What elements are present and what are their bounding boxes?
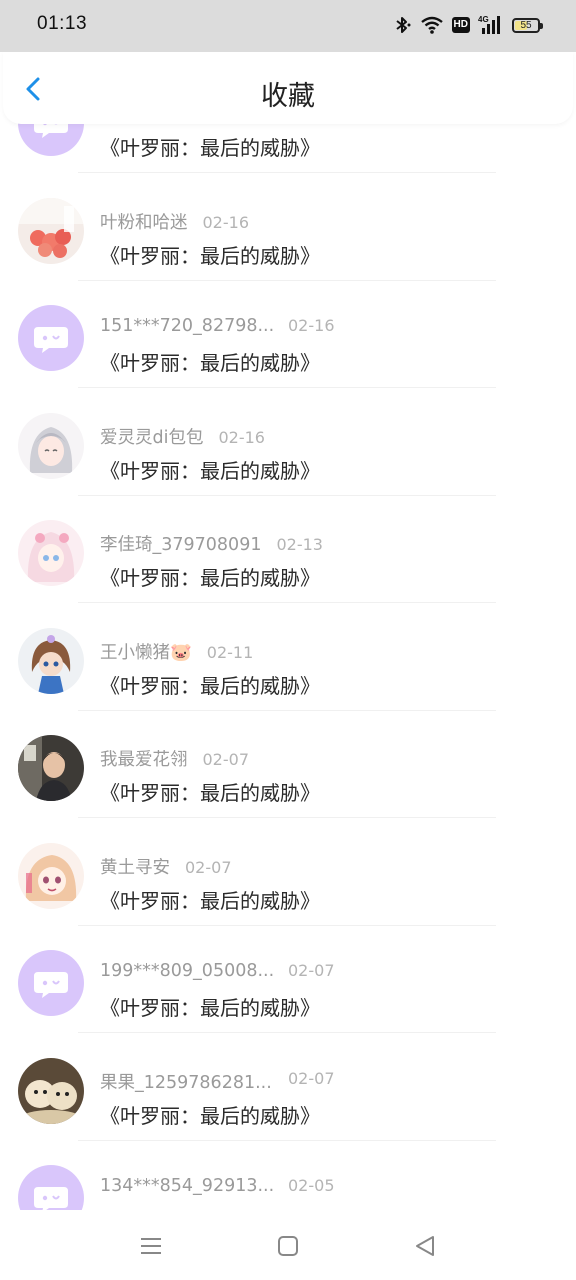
user-avatar[interactable] xyxy=(18,735,84,801)
row-divider xyxy=(78,280,496,281)
row-divider xyxy=(78,1032,496,1033)
item-meta: 叶粉和哈迷 02-16 xyxy=(100,209,250,234)
username[interactable]: 叶粉和哈迷 xyxy=(100,209,188,234)
header-bar: 收藏 xyxy=(3,52,573,124)
user-avatar[interactable] xyxy=(18,198,84,264)
username[interactable]: 199***809_05008... xyxy=(100,961,274,981)
user-avatar[interactable] xyxy=(18,413,84,479)
row-divider xyxy=(78,387,496,388)
hd-icon: HD xyxy=(451,17,470,33)
home-square-icon xyxy=(278,1236,298,1256)
menu-button[interactable] xyxy=(137,1232,165,1260)
book-title[interactable]: 《叶罗丽：最后的威胁》 xyxy=(100,240,320,269)
book-title[interactable]: 《叶罗丽：最后的威胁》 xyxy=(100,670,320,699)
book-title[interactable]: 《叶罗丽：最后的威胁》 xyxy=(100,777,320,806)
item-meta: 199***809_05008... 02-07 xyxy=(100,961,335,983)
username[interactable]: 王小懒猪🐷 xyxy=(100,639,192,664)
menu-icon xyxy=(141,1238,161,1254)
user-avatar[interactable] xyxy=(18,628,84,694)
row-divider xyxy=(78,172,496,173)
username[interactable]: 151***720_82798... xyxy=(100,316,274,336)
book-title[interactable]: 《叶罗丽：最后的威胁》 xyxy=(100,562,320,591)
item-meta: 黄土寻安 02-07 xyxy=(100,854,232,879)
svg-text:4G: 4G xyxy=(478,15,489,24)
user-avatar[interactable] xyxy=(18,520,84,586)
row-divider xyxy=(78,602,496,603)
username[interactable]: 果果_1259786281... xyxy=(100,1069,272,1094)
system-nav-bar xyxy=(0,1210,576,1280)
book-title[interactable]: 《叶罗丽：最后的威胁》 xyxy=(100,1100,320,1129)
username[interactable]: 黄土寻安 xyxy=(100,854,170,879)
favorites-list[interactable]: 《叶罗丽：最后的威胁》 叶粉和哈迷 02-16 《叶罗丽：最后的威胁》 151***… xyxy=(0,0,576,1210)
item-date: 02-16 xyxy=(288,316,335,335)
item-date: 02-07 xyxy=(185,858,232,877)
user-avatar[interactable] xyxy=(18,843,84,909)
book-title[interactable]: 《叶罗丽：最后的威胁》 xyxy=(100,347,320,376)
item-meta: 果果_1259786281... 02-07 xyxy=(100,1069,335,1094)
book-title[interactable]: 《叶罗丽：最后的威胁》 xyxy=(100,992,320,1021)
item-date: 02-16 xyxy=(218,428,265,447)
item-date: 02-07 xyxy=(202,750,250,769)
book-title[interactable]: 《叶罗丽：最后的威胁》 xyxy=(100,885,320,914)
book-title[interactable]: 《叶罗丽：最后的威胁》 xyxy=(100,455,320,484)
item-meta: 李佳琦_379708091 02-13 xyxy=(100,531,323,556)
row-divider xyxy=(78,817,496,818)
username[interactable]: 李佳琦_379708091 xyxy=(100,531,261,556)
item-date: 02-07 xyxy=(288,961,335,980)
item-meta: 爱灵灵di包包 02-16 xyxy=(100,424,265,449)
username[interactable]: 爱灵灵di包包 xyxy=(100,424,203,449)
item-meta: 我最爱花翎 02-07 xyxy=(100,746,250,771)
book-title[interactable]: 《叶罗丽：最后的威胁》 xyxy=(100,132,320,161)
row-divider xyxy=(78,710,496,711)
status-time: 01:13 xyxy=(37,13,88,34)
username[interactable]: 134***854_92913... xyxy=(100,1176,274,1196)
bluetooth-icon xyxy=(395,17,411,33)
default-avatar-icon[interactable] xyxy=(18,1165,84,1210)
signal-4g-icon: 4G xyxy=(478,15,500,34)
page-title: 收藏 xyxy=(261,81,315,112)
wifi-icon xyxy=(420,16,443,34)
triangle-back-icon xyxy=(416,1236,434,1256)
back-nav-button[interactable] xyxy=(411,1232,439,1260)
row-divider xyxy=(78,495,496,496)
item-date: 02-11 xyxy=(206,643,254,662)
item-date: 02-13 xyxy=(276,535,323,554)
item-meta: 134***854_92913... 02-05 xyxy=(100,1176,335,1198)
item-date: 02-16 xyxy=(202,213,250,232)
item-meta: 王小懒猪🐷 02-11 xyxy=(100,639,254,664)
user-avatar[interactable] xyxy=(18,1058,84,1124)
home-button[interactable] xyxy=(274,1232,302,1260)
item-date: 02-07 xyxy=(288,1069,335,1088)
status-icons: HD 4G 55 xyxy=(392,12,543,38)
battery-icon: 55 xyxy=(512,17,543,33)
row-divider xyxy=(78,1140,496,1141)
battery-level: 55 xyxy=(520,19,532,31)
item-date: 02-05 xyxy=(288,1176,335,1195)
default-avatar-icon[interactable] xyxy=(18,305,84,371)
status-bar: 01:13 HD 4G 55 xyxy=(0,0,576,52)
username[interactable]: 我最爱花翎 xyxy=(100,746,188,771)
default-avatar-icon[interactable] xyxy=(18,950,84,1016)
item-meta: 151***720_82798... 02-16 xyxy=(100,316,335,338)
row-divider xyxy=(78,925,496,926)
